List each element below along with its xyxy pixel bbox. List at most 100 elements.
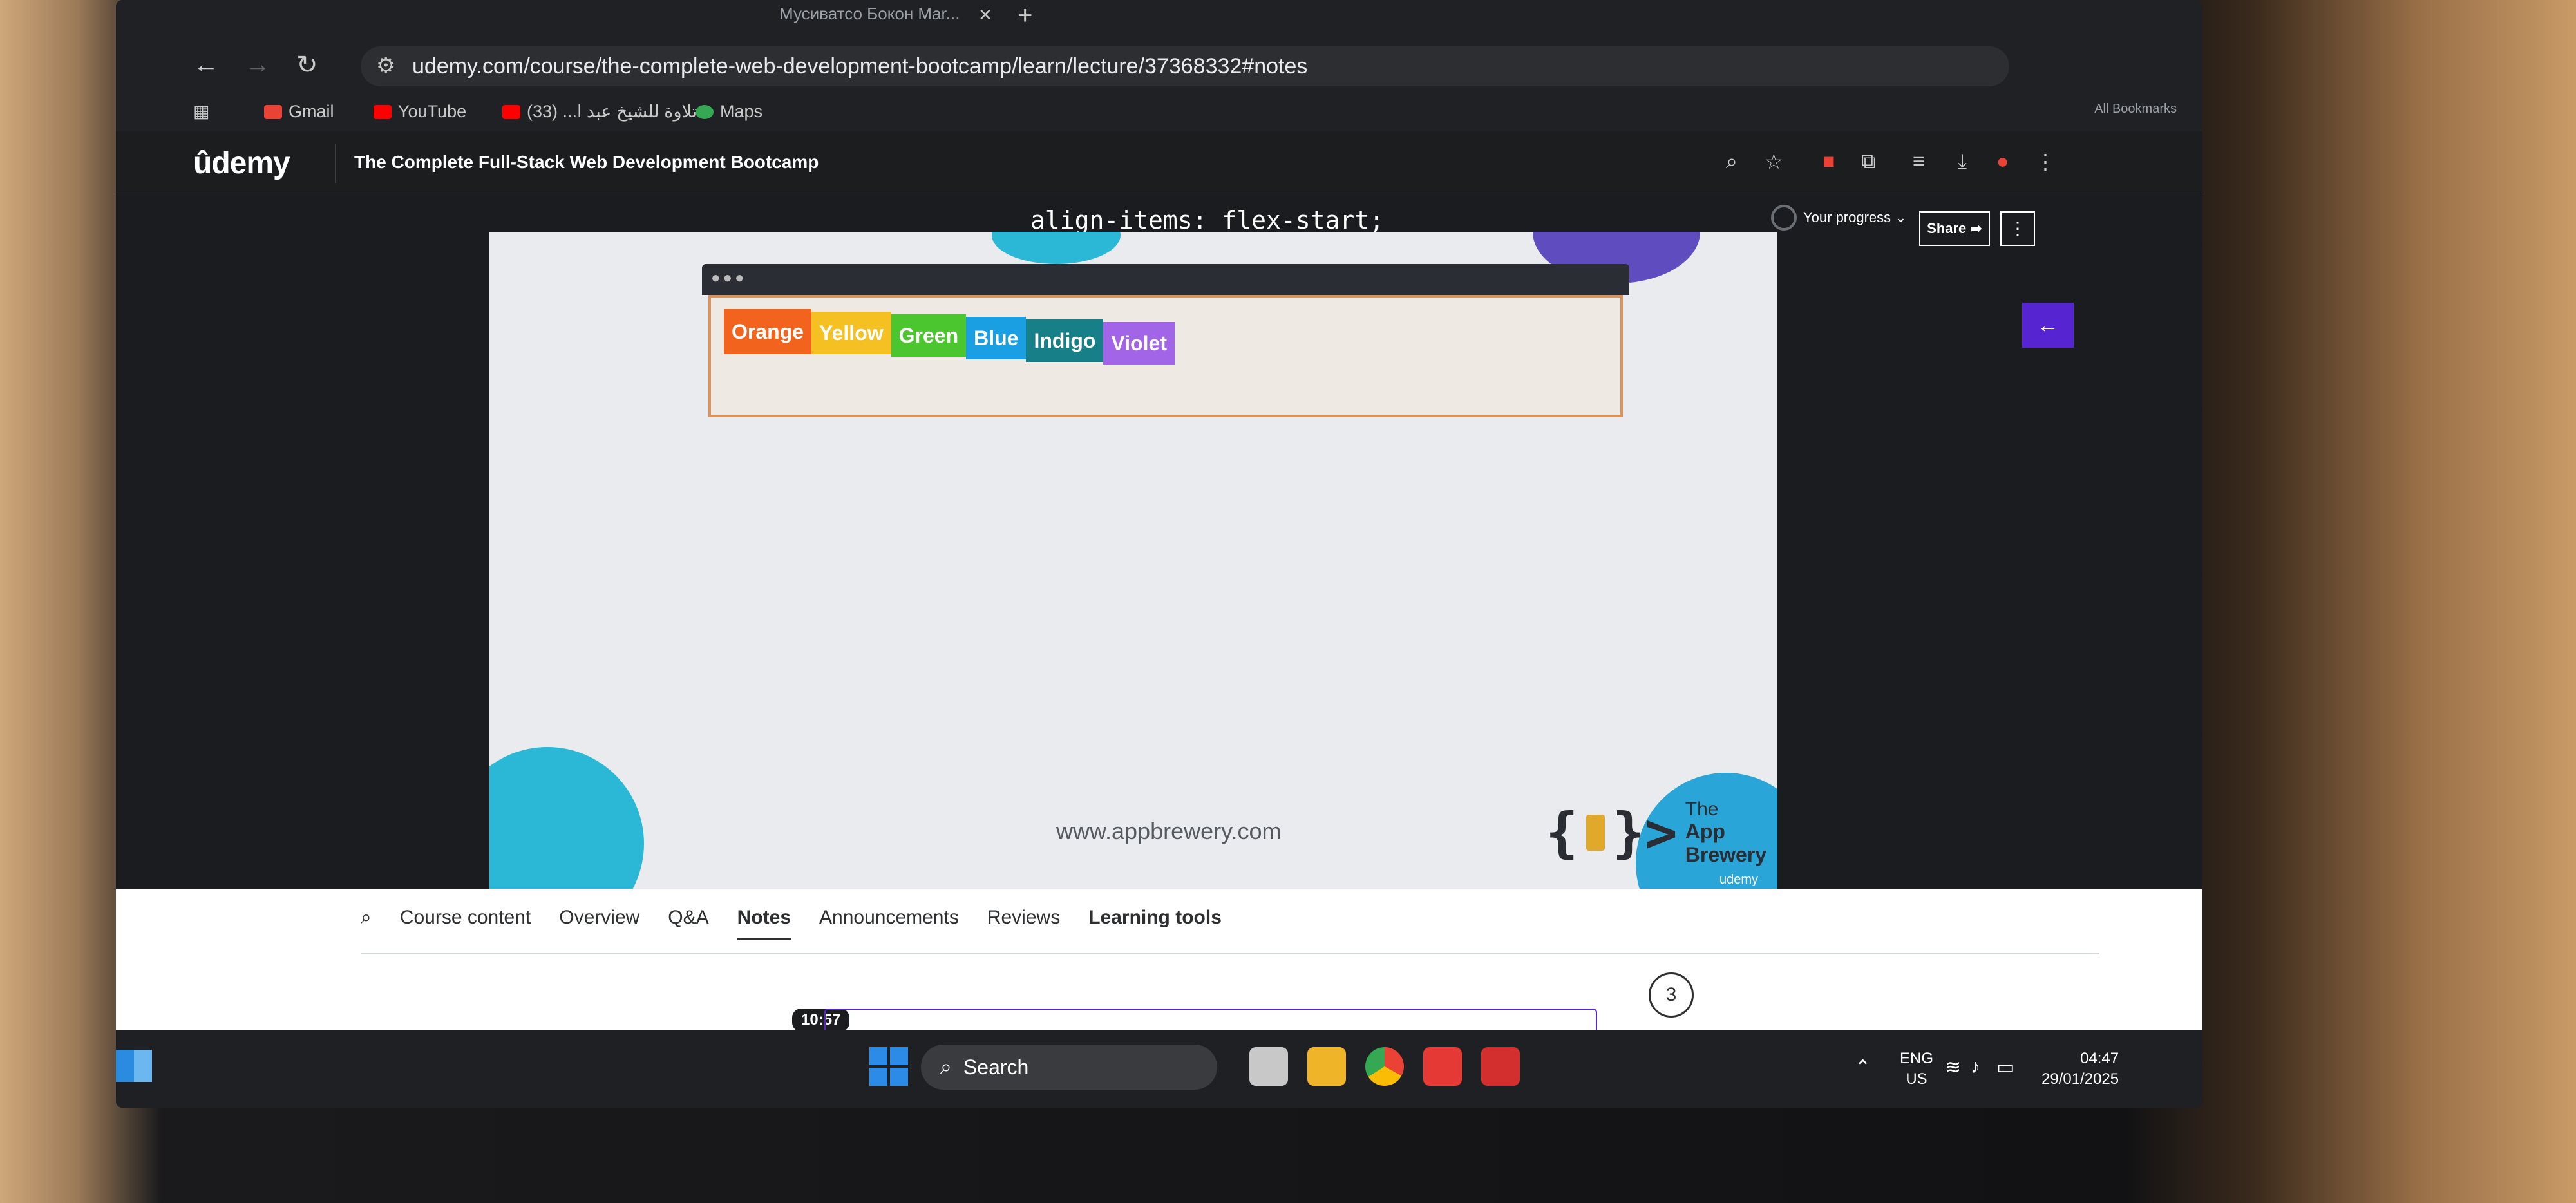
wifi-icon[interactable]: ≋ — [1945, 1056, 1961, 1079]
udemy-logo[interactable]: ûdemy — [193, 146, 290, 181]
decorative-blob — [489, 747, 644, 895]
video-player[interactable]: ●●● Orange Yellow Green Blue Indigo Viol… — [489, 232, 1777, 895]
maps-icon — [696, 104, 714, 119]
bookmark-quran-channel[interactable]: تلاوة للشيخ عبد ا... (33) — [502, 102, 697, 122]
app-brewery-logo: { }> The App Brewery — [1546, 799, 1777, 867]
extension-icon[interactable]: ■ — [1823, 149, 1835, 173]
browser-menu-icon[interactable]: ⋮ — [2035, 149, 2056, 174]
your-progress[interactable]: Your progress ⌄ — [1771, 205, 1907, 231]
chevron-up-icon[interactable]: ⌃ — [1855, 1056, 1871, 1079]
profile-avatar[interactable]: ● — [1996, 149, 2009, 173]
search-icon[interactable]: ⌕ — [361, 907, 372, 929]
color-box-indigo: Indigo — [1026, 319, 1104, 362]
open-sidebar-arrow-icon[interactable]: ← — [2022, 303, 2074, 348]
tab-course-content[interactable]: Course content — [400, 907, 531, 929]
notification-bubble[interactable]: 3 — [1649, 972, 1694, 1018]
window-dots-icon: ●●● — [711, 269, 747, 287]
udemy-header: ûdemy The Complete Full-Stack Web Develo… — [116, 131, 2202, 193]
brand-line-1: The — [1685, 799, 1719, 820]
youtube-icon — [374, 104, 392, 119]
url-text[interactable]: udemy.com/course/the-complete-web-develo… — [412, 54, 1307, 79]
browser-tab-title[interactable]: Мусиватсо Бокон Mar... — [779, 4, 960, 24]
tabs-divider — [361, 953, 2099, 954]
color-box-violet: Violet — [1103, 322, 1175, 365]
zoom-icon[interactable]: ⌕ — [1726, 149, 1738, 174]
close-tab-icon[interactable]: × — [979, 3, 992, 28]
app-icon[interactable] — [1423, 1047, 1462, 1086]
taskbar-search[interactable]: ⌕ Search — [921, 1045, 1217, 1090]
bookmarks-bar: ▦ Gmail YouTube تلاوة للشيخ عبد ا... (33… — [116, 95, 2202, 131]
puzzle-icon[interactable]: ⧉ — [1861, 149, 1876, 174]
bookmark-label: YouTube — [398, 102, 467, 121]
bookmark-maps[interactable]: Maps — [696, 102, 762, 122]
bookmark-label: تلاوة للشيخ عبد ا... (33) — [527, 102, 697, 121]
bookmark-gmail[interactable]: Gmail — [264, 102, 334, 122]
file-explorer-icon[interactable] — [1307, 1047, 1346, 1086]
search-icon: ⌕ — [940, 1055, 952, 1078]
brace-icon: { — [1546, 801, 1578, 864]
flex-container-demo: Orange Yellow Green Blue Indigo Violet — [708, 295, 1623, 417]
reload-icon[interactable]: ↻ — [296, 50, 318, 80]
task-view-icon[interactable] — [1249, 1047, 1288, 1086]
back-icon[interactable]: ← — [193, 50, 219, 79]
bookmark-label: Gmail — [289, 102, 334, 121]
color-box-green: Green — [891, 314, 967, 357]
clock-time: 04:47 — [2080, 1050, 2119, 1067]
browser-tab-strip: Мусиватсо Бокон Mar... × + — [116, 0, 2202, 37]
windows-start-icon[interactable] — [869, 1047, 909, 1087]
progress-ring-icon — [1771, 205, 1797, 231]
color-box-yellow: Yellow — [811, 312, 891, 354]
lang-line-1: ENG — [1900, 1050, 1934, 1067]
share-button[interactable]: Share ➦ — [1919, 211, 1990, 246]
youtube-icon — [502, 104, 520, 119]
bookmark-youtube[interactable]: YouTube — [374, 102, 466, 122]
demo-window-titlebar: ●●● — [702, 264, 1629, 295]
video-caption: align-items: flex-start; — [1030, 206, 1385, 234]
apps-icon[interactable]: ▦ — [193, 102, 210, 122]
clock-date: 29/01/2025 — [2041, 1070, 2119, 1088]
tab-announcements[interactable]: Announcements — [819, 907, 959, 929]
bookmark-label: Maps — [720, 102, 763, 121]
lang-line-2: US — [1906, 1070, 1927, 1088]
beer-cup-icon — [1586, 815, 1605, 851]
tab-notes[interactable]: Notes — [737, 907, 791, 940]
chrome-icon[interactable] — [1365, 1047, 1404, 1086]
browser-navbar: ← → ↻ ⚙ udemy.com/course/the-complete-we… — [116, 37, 2202, 95]
tab-learning-tools[interactable]: Learning tools — [1088, 907, 1222, 929]
media-icon[interactable]: ≡ — [1913, 149, 1925, 173]
color-box-blue: Blue — [966, 317, 1027, 359]
brace-icon: }> — [1612, 801, 1678, 864]
progress-label: Your progress ⌄ — [1803, 209, 1907, 225]
brand-line-2: App Brewery — [1685, 820, 1767, 866]
windows-taskbar: ⌕ Search ⌃ ENG US ≋ ♪ ▭ 04:47 29/01/2025 — [116, 1030, 2202, 1108]
wps-office-icon[interactable] — [1481, 1047, 1520, 1086]
tab-reviews[interactable]: Reviews — [987, 907, 1060, 929]
site-settings-icon[interactable]: ⚙ — [376, 53, 395, 79]
all-bookmarks[interactable]: All Bookmarks — [2094, 102, 2177, 117]
lecture-tabs: ⌕ Course content Overview Q&A Notes Anno… — [361, 907, 1222, 940]
more-options-button[interactable]: ⋮ — [2000, 211, 2035, 246]
new-tab-icon[interactable]: + — [1018, 1, 1032, 30]
lecture-panel: ⌕ Course content Overview Q&A Notes Anno… — [116, 889, 2202, 1034]
brand-text: The App Brewery — [1685, 799, 1777, 867]
site-url: www.appbrewery.com — [1056, 818, 1282, 844]
color-box-orange: Orange — [724, 309, 812, 354]
clock[interactable]: 04:47 29/01/2025 — [2041, 1048, 2119, 1090]
star-icon[interactable]: ☆ — [1765, 149, 1783, 174]
header-divider — [335, 144, 336, 183]
language-indicator[interactable]: ENG US — [1900, 1048, 1933, 1090]
tab-qa[interactable]: Q&A — [668, 907, 708, 929]
forward-icon[interactable]: → — [245, 50, 270, 79]
battery-icon[interactable]: ▭ — [1996, 1056, 2014, 1079]
udemy-watermark: udemy — [1719, 873, 1758, 887]
gmail-icon — [264, 104, 282, 119]
search-label: Search — [963, 1055, 1029, 1079]
laptop-screen: Мусиватсо Бокон Mar... × + ← → ↻ ⚙ udemy… — [116, 0, 2202, 1108]
download-icon[interactable]: ⤓ — [1958, 149, 1967, 174]
widgets-icon[interactable] — [116, 1050, 152, 1082]
course-title[interactable]: The Complete Full-Stack Web Development … — [354, 152, 819, 173]
volume-icon[interactable]: ♪ — [1971, 1056, 1980, 1078]
address-bar[interactable]: ⚙ udemy.com/course/the-complete-web-deve… — [361, 46, 2009, 86]
tab-overview[interactable]: Overview — [559, 907, 639, 929]
flex-items: Orange Yellow Green Blue Indigo Violet — [724, 309, 1175, 365]
